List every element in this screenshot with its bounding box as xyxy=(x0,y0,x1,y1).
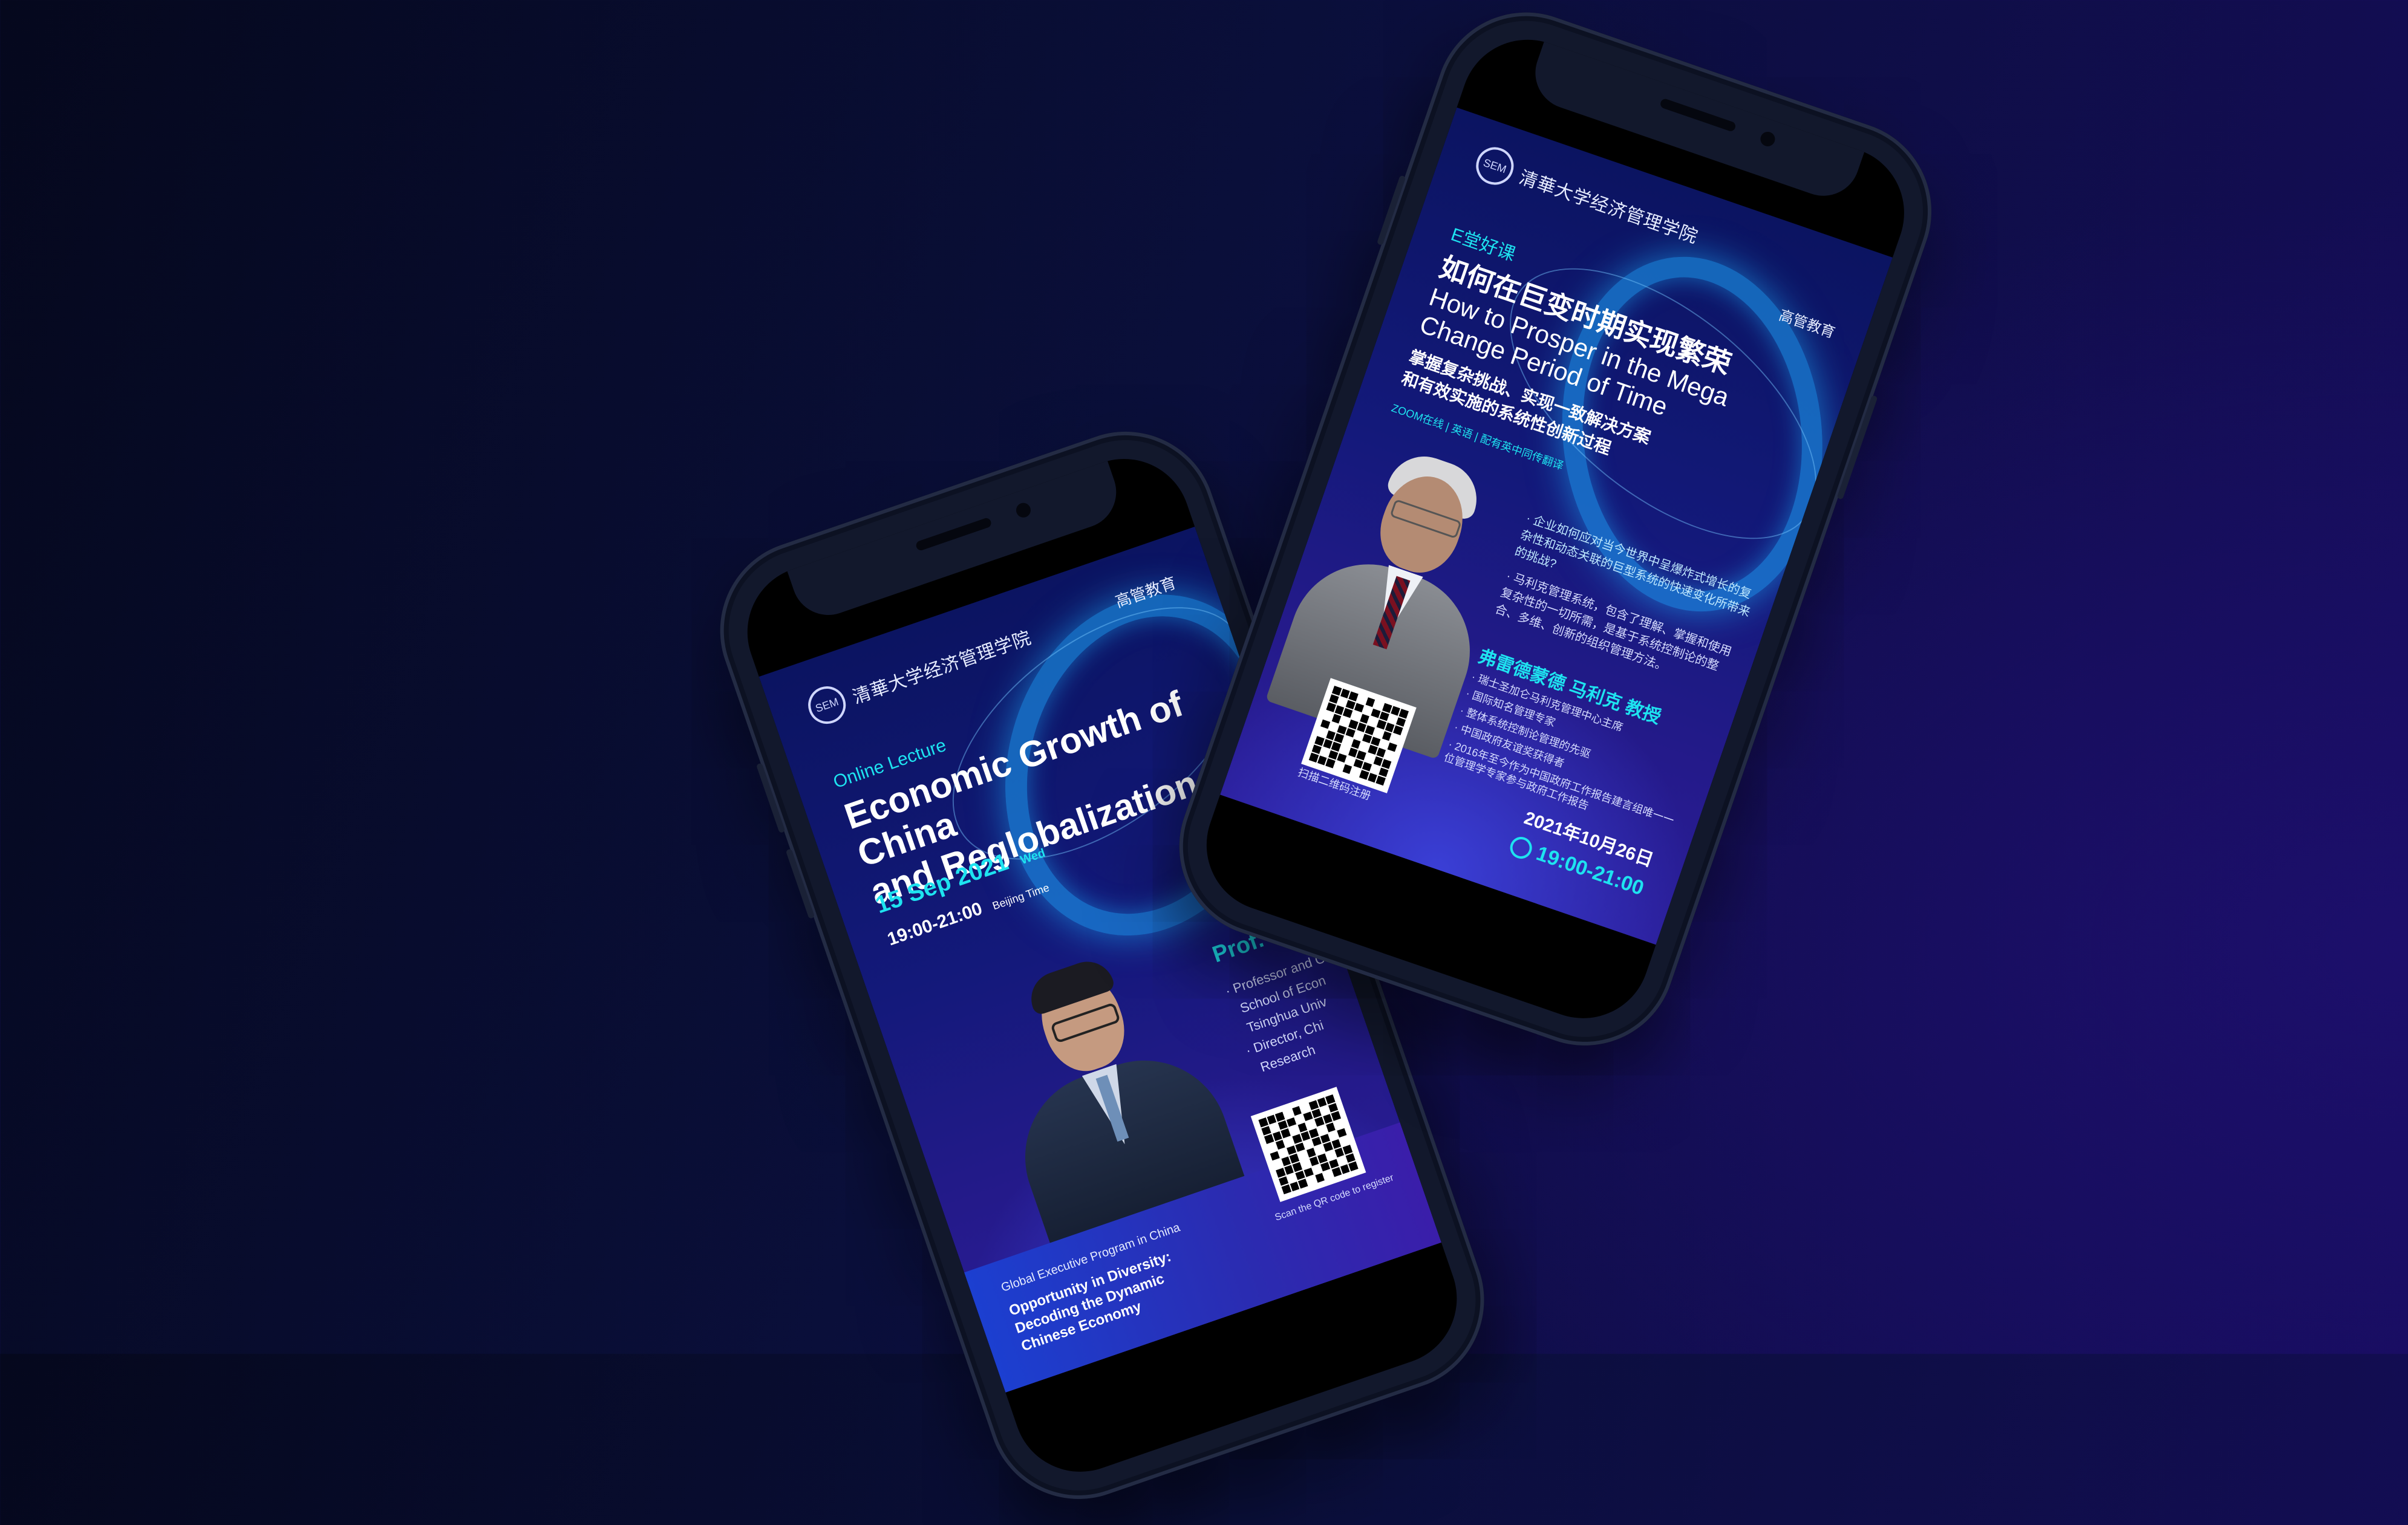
front-camera xyxy=(1014,501,1033,520)
program-title: Opportunity in Diversity: Decoding the D… xyxy=(1007,1247,1186,1356)
timezone-text: Beijing Time xyxy=(991,881,1051,912)
volume-button xyxy=(1376,175,1406,246)
volume-button xyxy=(785,848,815,919)
right-screen: SEM 清華大学经济管理学院 高管教育 E堂好课 如何在巨变时期实现繁荣 How… xyxy=(1189,21,1922,1036)
volume-button xyxy=(755,762,786,834)
seal-icon: SEM xyxy=(803,681,851,729)
clock-icon xyxy=(1507,833,1535,862)
speaker-grille xyxy=(915,516,993,552)
right-phone: SEM 清華大学经济管理学院 高管教育 E堂好课 如何在巨变时期实现繁荣 How… xyxy=(1155,0,1956,1070)
power-button xyxy=(1836,395,1878,500)
speaker-bio: · Professor and Ch School of Econ Tsingh… xyxy=(1223,948,1363,1083)
logo-text: 清華大学经济管理学院 xyxy=(1516,166,1701,248)
front-camera xyxy=(1758,129,1777,149)
seal-icon: SEM xyxy=(1470,142,1519,190)
speaker-grille xyxy=(1659,97,1737,132)
course-poster: SEM 清華大学经济管理学院 高管教育 E堂好课 如何在巨变时期实现繁荣 How… xyxy=(1220,107,1893,945)
